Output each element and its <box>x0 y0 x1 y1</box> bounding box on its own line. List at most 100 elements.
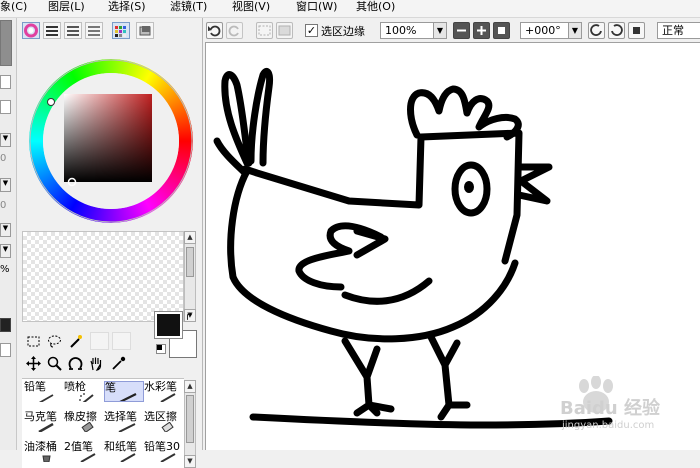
menu-layer[interactable]: 图层(L) <box>48 0 85 16</box>
selection-edge-checkbox[interactable]: ✓ <box>305 24 318 37</box>
hand-icon[interactable] <box>89 356 104 371</box>
blend-mode-dropdown[interactable]: 正常 <box>657 22 700 39</box>
brush-pen[interactable]: 笔 <box>104 381 144 402</box>
rotate-icon[interactable] <box>68 356 83 371</box>
strip-dropdown-arrow-icon[interactable]: ▼ <box>0 178 11 192</box>
menu-other[interactable]: 其他(O) <box>356 0 395 16</box>
strip-button[interactable] <box>0 100 11 114</box>
brush-watercolor[interactable]: 水彩笔 <box>144 381 184 402</box>
canvas-toolbar: ✓ 选区边缘 100% ▼ +000° ▼ 正常 <box>204 18 700 42</box>
brush-label: 油漆桶 <box>24 441 57 453</box>
scroll-up-icon[interactable]: ▲ <box>184 380 196 393</box>
zoom-dropdown[interactable]: 100% <box>380 22 434 39</box>
rotation-reset-button[interactable] <box>628 22 645 39</box>
invert-selection-icon <box>278 25 291 36</box>
eyedropper-icon[interactable] <box>111 356 126 371</box>
washi-pen-icon <box>120 453 136 462</box>
scroll-thumb[interactable] <box>186 395 194 443</box>
select-pen-icon <box>118 423 136 432</box>
hsv-slider-icon <box>67 26 79 36</box>
brush-airbrush[interactable]: 喷枪 <box>64 381 104 402</box>
brush-binary-pen[interactable]: 2值笔 <box>64 441 104 462</box>
pencil-icon <box>38 394 54 402</box>
magic-wand-icon[interactable] <box>68 334 83 349</box>
rgb-slider-mode-button[interactable] <box>43 22 61 39</box>
strip-dropdown-arrow-icon[interactable]: ▼ <box>0 133 11 147</box>
brush-paint-bucket[interactable]: 油漆桶 <box>24 441 64 462</box>
brush-pencil30[interactable]: 铅笔30 <box>144 441 184 462</box>
brush-marker[interactable]: 马克笔 <box>24 411 64 432</box>
rotate-right-button[interactable] <box>608 22 625 39</box>
scroll-thumb[interactable] <box>186 247 194 277</box>
swatch-mode-button[interactable] <box>112 22 130 39</box>
brush-scrollbar[interactable]: ▲ ▼ <box>184 380 196 468</box>
drawing-canvas[interactable] <box>205 42 700 450</box>
menu-window[interactable]: 窗口(W) <box>296 0 337 16</box>
brush-washi-pen[interactable]: 和纸笔 <box>104 441 144 462</box>
move-icon[interactable] <box>26 356 41 371</box>
plus-icon <box>477 26 486 35</box>
menu-image[interactable]: 象(C) <box>0 0 27 16</box>
scratchpad-mode-button[interactable] <box>136 22 154 39</box>
swap-colors-icon[interactable]: ↱ <box>185 313 197 325</box>
hsv-slider-mode-button[interactable] <box>64 22 82 39</box>
comb <box>407 85 522 141</box>
back-outline <box>241 133 425 209</box>
pupil <box>464 181 474 193</box>
pencil30-icon <box>160 453 176 462</box>
chevron-down-icon[interactable]: ▼ <box>568 22 582 39</box>
chevron-down-icon[interactable]: ▼ <box>433 22 447 39</box>
redo-icon <box>228 25 239 37</box>
scroll-down-icon[interactable]: ▼ <box>184 455 196 468</box>
left-leg <box>341 337 395 417</box>
brush-eraser[interactable]: 橡皮擦 <box>64 411 104 432</box>
navigator-strip: ▼ 0 ▼ 0 ▼ ▼ % <box>0 18 17 450</box>
undo-button[interactable] <box>206 22 223 39</box>
brush-label: 铅笔 <box>24 381 46 393</box>
beak <box>515 163 553 205</box>
swatch-palette[interactable] <box>22 231 184 322</box>
wing-tip <box>353 227 389 259</box>
brush-select-pen[interactable]: 选择笔 <box>104 411 144 432</box>
swatch-scrollbar[interactable]: ▲ ▼ <box>184 231 196 322</box>
rotate-left-button[interactable] <box>588 22 605 39</box>
strip-color-swatch[interactable] <box>0 318 11 332</box>
brush-label: 2值笔 <box>64 441 93 453</box>
rotate-right-icon <box>611 24 623 36</box>
paint-bucket-icon <box>42 455 51 462</box>
color-wheel-mode-button[interactable] <box>22 22 40 39</box>
deselect-button[interactable] <box>256 22 273 39</box>
default-colors-icon[interactable] <box>156 344 166 354</box>
menu-filter[interactable]: 滤镜(T) <box>170 0 207 16</box>
lasso-icon[interactable] <box>47 334 62 349</box>
strip-button[interactable] <box>0 75 11 89</box>
marker-icon <box>38 423 54 432</box>
zoom-icon[interactable] <box>47 356 62 371</box>
zoom-out-button[interactable] <box>453 22 470 39</box>
hue-marker[interactable] <box>47 98 55 106</box>
rotation-dropdown[interactable]: +000° <box>520 22 570 39</box>
ground-line <box>249 413 613 429</box>
rect-select-icon[interactable] <box>26 334 41 349</box>
selection-edge-label: 选区边缘 <box>321 25 365 38</box>
zoom-reset-button[interactable] <box>493 22 510 39</box>
scroll-up-icon[interactable]: ▲ <box>184 231 196 244</box>
redo-button[interactable] <box>226 22 243 39</box>
color-wheel[interactable] <box>29 59 193 223</box>
strip-button[interactable] <box>0 343 11 357</box>
brush-label: 水彩笔 <box>144 381 177 393</box>
pen-icon <box>119 393 137 401</box>
rotate-left-icon <box>590 24 602 36</box>
foreground-color-swatch[interactable] <box>154 311 183 339</box>
strip-dropdown-arrow-icon[interactable]: ▼ <box>0 244 11 258</box>
brush-pencil[interactable]: 铅笔 <box>24 381 64 402</box>
zoom-in-button[interactable] <box>473 22 490 39</box>
eraser-icon <box>81 422 94 432</box>
menu-view[interactable]: 视图(V) <box>232 0 270 16</box>
menu-select[interactable]: 选择(S) <box>108 0 146 16</box>
intermediate-color-mode-button[interactable] <box>85 22 103 39</box>
strip-dropdown-arrow-icon[interactable]: ▼ <box>0 223 11 237</box>
brush-select-eraser[interactable]: 选区擦 <box>144 411 184 432</box>
invert-selection-button[interactable] <box>276 22 293 39</box>
menu-bar: 象(C) 图层(L) 选择(S) 滤镜(T) 视图(V) 窗口(W) 其他(O) <box>0 0 700 18</box>
